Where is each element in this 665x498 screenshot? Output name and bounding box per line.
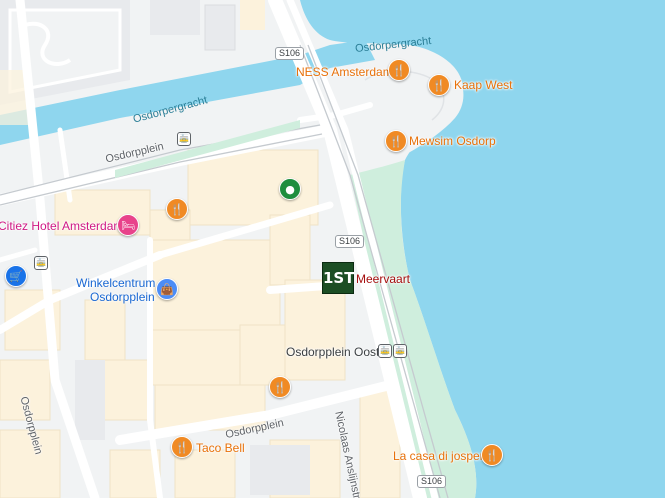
shopping-bag-icon[interactable]: 👜: [156, 278, 178, 300]
restaurant-icon[interactable]: 🍴: [428, 74, 450, 96]
restaurant-icon[interactable]: 🍴: [385, 130, 407, 152]
road-shield: S106: [335, 235, 365, 248]
hotel-icon[interactable]: 🛏: [117, 214, 139, 236]
restaurant-icon[interactable]: 🍴: [481, 444, 503, 466]
place-icon[interactable]: ●: [279, 178, 301, 200]
restaurant-icon[interactable]: 🍴: [166, 198, 188, 220]
poi-label-meervaart[interactable]: Meervaart: [356, 272, 410, 286]
poi-label-lacasa[interactable]: La casa di josper: [393, 449, 484, 463]
road-shield: S106: [275, 47, 305, 60]
poi-label-winkel[interactable]: Osdorpplein: [90, 290, 155, 304]
transit-label-oost[interactable]: Osdorpplein Oost: [286, 345, 379, 359]
map-canvas[interactable]: Osdorpergracht Osdorpergracht Osdorpplei…: [0, 0, 665, 498]
poi-label-mewsim[interactable]: Mewsim Osdorp: [409, 134, 496, 148]
poi-label-ness[interactable]: NESS Amsterdam: [296, 65, 393, 79]
tram-icon[interactable]: 🚋: [378, 344, 392, 358]
tram-icon[interactable]: 🚋: [177, 132, 191, 146]
poi-label-taco[interactable]: Taco Bell: [196, 441, 245, 455]
tram-icon[interactable]: 🚋: [393, 344, 407, 358]
poi-label-kaap[interactable]: Kaap West: [454, 78, 512, 92]
restaurant-icon[interactable]: 🍴: [269, 376, 291, 398]
restaurant-icon[interactable]: 🍴: [171, 436, 193, 458]
poi-label-hotel[interactable]: Citiez Hotel Amsterdam: [0, 219, 123, 233]
tram-icon[interactable]: 🚋: [34, 256, 48, 270]
road-shield: S106: [417, 475, 447, 488]
shopping-cart-icon[interactable]: 🛒: [5, 265, 27, 287]
poi-label-winkel[interactable]: Winkelcentrum: [76, 276, 155, 290]
meervaart-logo[interactable]: 1ST: [322, 262, 354, 294]
restaurant-icon[interactable]: 🍴: [388, 59, 410, 81]
